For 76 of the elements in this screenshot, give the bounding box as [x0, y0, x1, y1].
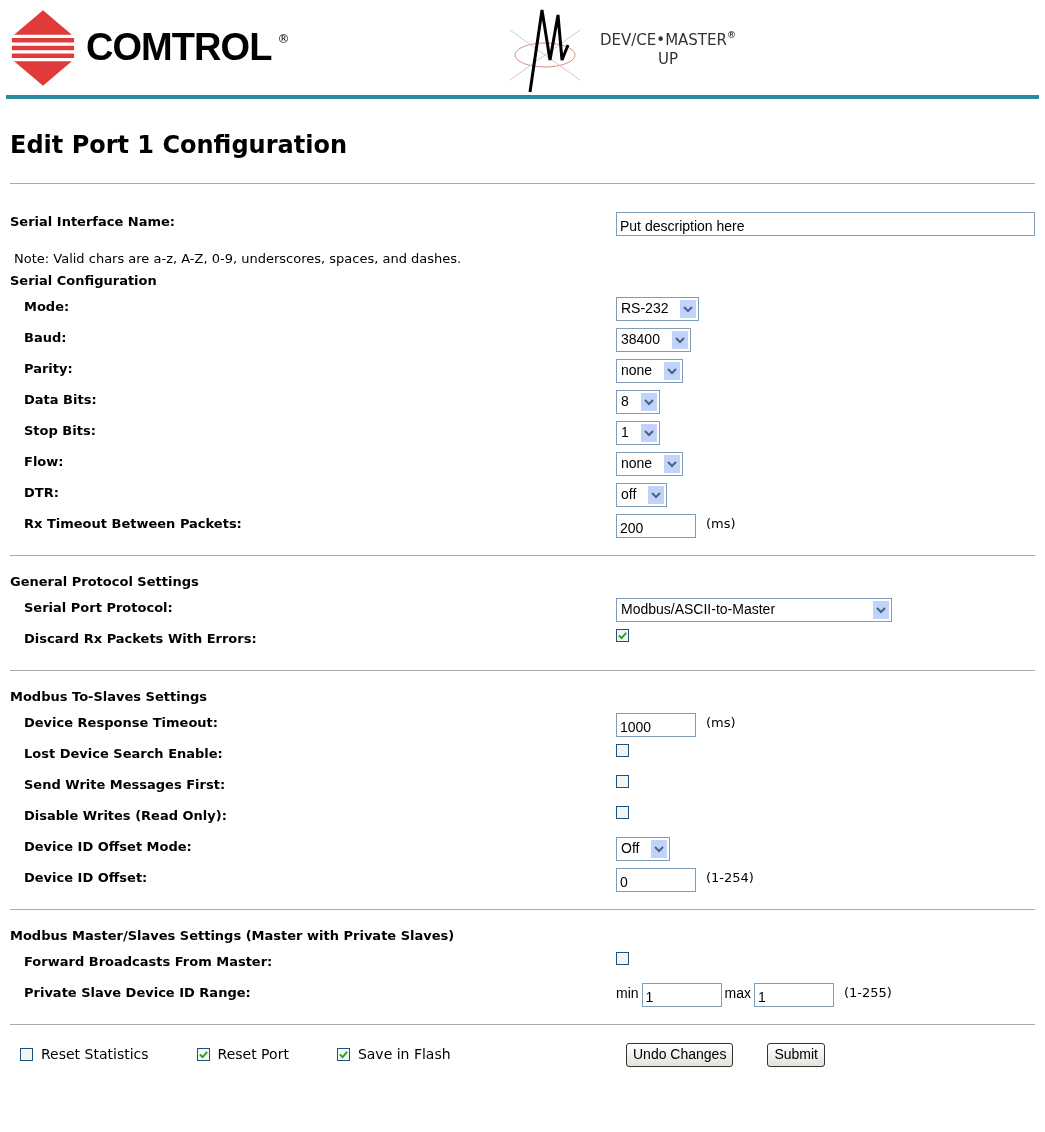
- dropdown[interactable]: 38400: [616, 327, 691, 352]
- checkbox[interactable]: [616, 805, 629, 819]
- field-label: Device ID Offset:: [23, 868, 149, 887]
- unit-label: (ms): [706, 514, 736, 533]
- dropdown[interactable]: Off: [616, 836, 671, 861]
- field-label: Discard Rx Packets With Errors:: [23, 629, 258, 648]
- product-name: DEV/CE•MASTER: [600, 30, 727, 52]
- section-heading: Modbus To-Slaves Settings: [10, 687, 208, 706]
- chevron-down-icon: [664, 361, 681, 380]
- field-label: Device Response Timeout:: [23, 713, 219, 732]
- dropdown[interactable]: 8: [616, 389, 660, 414]
- field-label: Private Slave Device ID Range:: [23, 983, 252, 1002]
- chevron-down-icon: [640, 423, 657, 442]
- brand-name: COMTROL: [86, 25, 272, 70]
- dropdown[interactable]: RS-232: [616, 296, 700, 321]
- input-field[interactable]: 0: [616, 867, 696, 892]
- input-field[interactable]: 1: [641, 982, 722, 1007]
- checkbox[interactable]: [336, 1048, 350, 1061]
- field-label: Mode:: [23, 297, 71, 316]
- field-label: Lost Device Search Enable:: [23, 744, 224, 763]
- max-label: max: [724, 983, 751, 1003]
- section-heading: General Protocol Settings: [10, 572, 200, 591]
- registered-mark: ®: [726, 29, 736, 41]
- option-label: Save in Flash: [357, 1045, 451, 1064]
- field-label: Serial Port Protocol:: [23, 598, 174, 617]
- section-heading: Modbus Master/Slaves Settings (Master with Private Slaves): [10, 926, 456, 945]
- form-button[interactable]: Undo Changes: [626, 1042, 734, 1067]
- unit-label: (ms): [706, 713, 736, 732]
- page-title: Edit Port 1 Configuration: [9, 130, 348, 161]
- input-field[interactable]: 1: [754, 982, 834, 1007]
- checkmark-icon: [618, 630, 627, 640]
- product-subtitle: UP: [657, 51, 678, 66]
- dropdown[interactable]: 1: [616, 420, 660, 445]
- min-label: min: [616, 983, 639, 1003]
- input-field[interactable]: Put description here: [616, 212, 1035, 236]
- chevron-down-icon: [680, 299, 697, 318]
- checkbox[interactable]: [616, 774, 629, 788]
- field-label: Baud:: [23, 328, 68, 347]
- checkbox[interactable]: [616, 951, 629, 965]
- input-field[interactable]: 1000: [616, 712, 696, 737]
- note-text: Note: Valid chars are a-z, A-Z, 0-9, underscores, spaces, and dashes.: [13, 250, 463, 268]
- checkbox[interactable]: [616, 743, 629, 757]
- option-label: Reset Statistics: [41, 1045, 149, 1064]
- chevron-down-icon: [651, 839, 668, 858]
- field-label: Flow:: [23, 452, 65, 471]
- registered-mark: ®: [277, 30, 290, 48]
- field-label: DTR:: [23, 483, 60, 502]
- field-label: Stop Bits:: [23, 421, 97, 440]
- chevron-down-icon: [648, 485, 665, 504]
- field-label: Device ID Offset Mode:: [23, 837, 193, 856]
- dropdown[interactable]: off: [616, 482, 668, 507]
- checkbox[interactable]: [20, 1048, 33, 1061]
- input-field[interactable]: 200: [616, 513, 696, 538]
- field-label: Parity:: [23, 359, 74, 378]
- unit-label: (1-255): [844, 983, 892, 1002]
- chevron-down-icon: [640, 392, 657, 411]
- field-label: Data Bits:: [23, 390, 98, 409]
- field-label: Send Write Messages First:: [23, 775, 227, 794]
- field-label: Rx Timeout Between Packets:: [23, 514, 243, 533]
- chevron-down-icon: [664, 454, 681, 473]
- chevron-down-icon: [671, 330, 688, 349]
- field-label: Forward Broadcasts From Master:: [23, 952, 274, 971]
- form-button[interactable]: Submit: [767, 1042, 825, 1067]
- field-label: Serial Interface Name:: [10, 213, 177, 231]
- checkbox[interactable]: [196, 1048, 210, 1061]
- chevron-down-icon: [873, 600, 889, 619]
- checkbox[interactable]: [616, 628, 629, 642]
- unit-label: (1-254): [706, 868, 754, 887]
- checkmark-icon: [338, 1050, 348, 1059]
- section-heading: Serial Configuration: [10, 271, 158, 290]
- option-label: Reset Port: [217, 1045, 289, 1064]
- dropdown[interactable]: Modbus/ASCII-to-Master: [616, 597, 892, 622]
- dropdown[interactable]: none: [616, 358, 684, 383]
- field-label: Disable Writes (Read Only):: [23, 806, 228, 825]
- checkmark-icon: [198, 1050, 208, 1059]
- dropdown[interactable]: none: [616, 451, 684, 476]
